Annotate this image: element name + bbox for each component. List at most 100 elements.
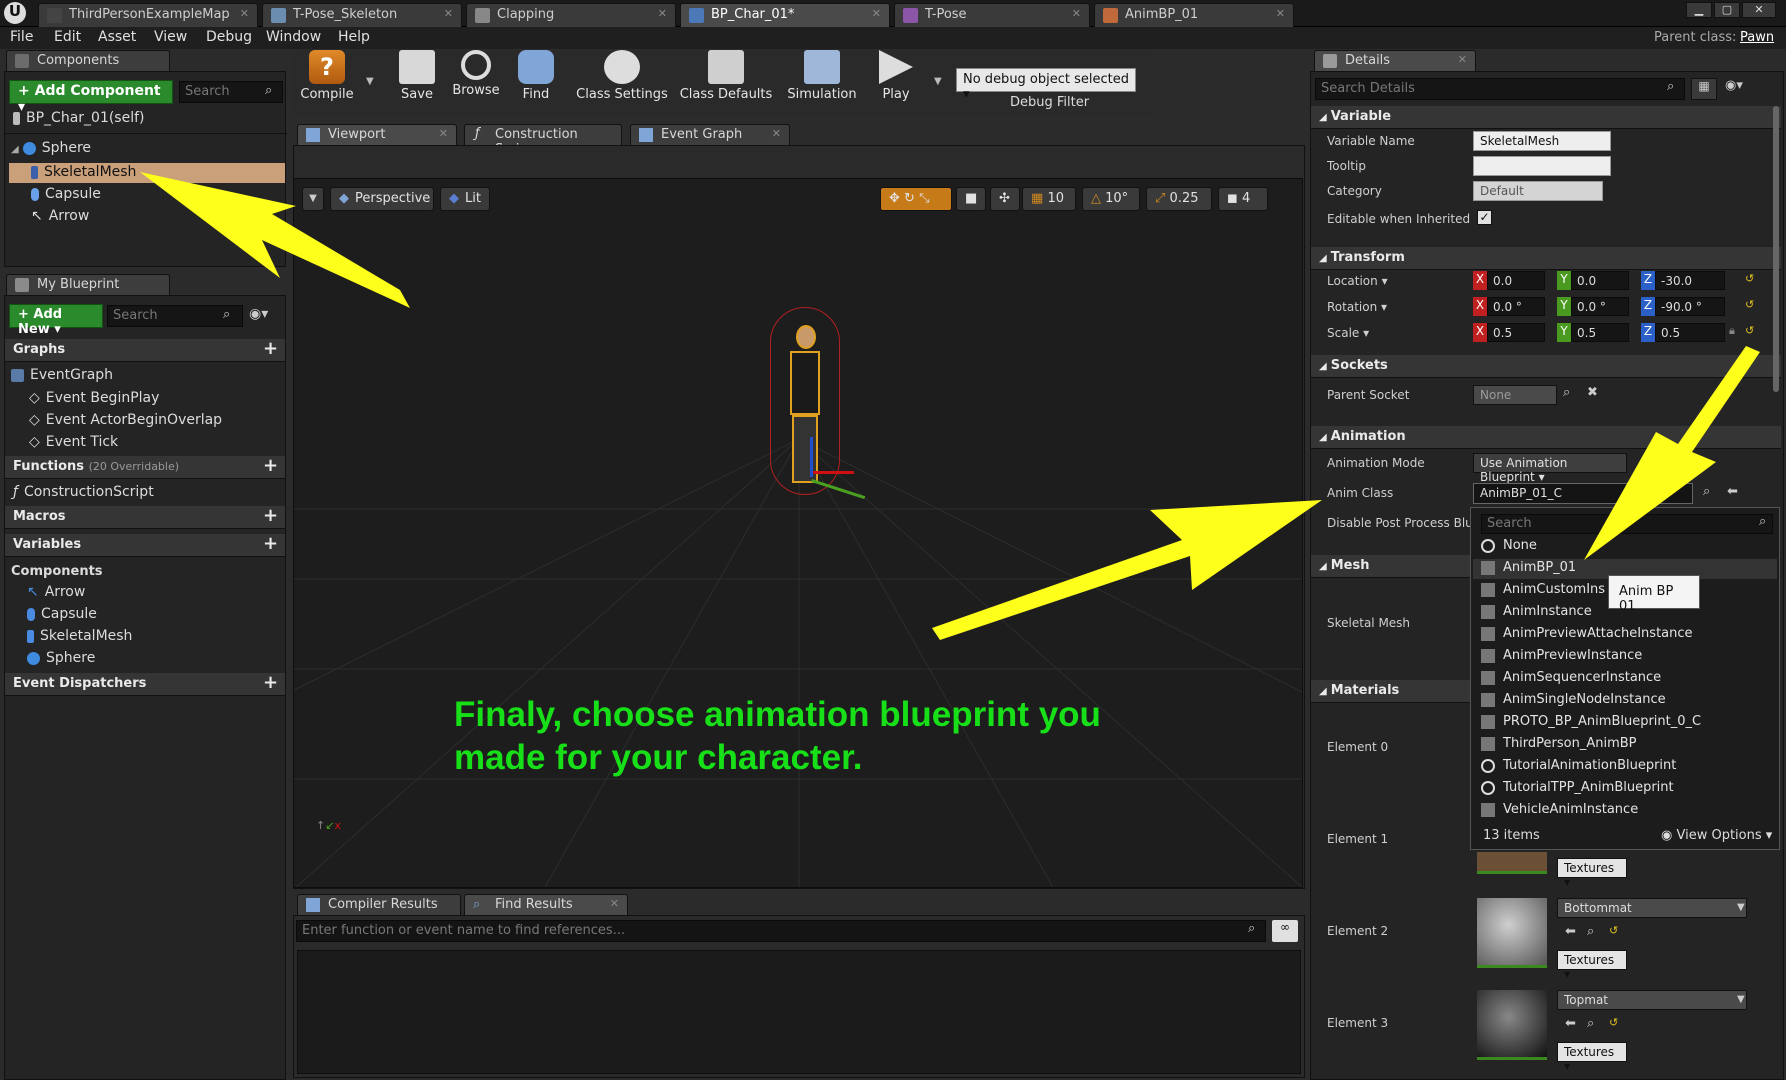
browse-button[interactable]: Browse xyxy=(448,50,504,102)
anim-option-thirdperson[interactable]: ThirdPerson_AnimBP xyxy=(1481,736,1637,756)
location-label[interactable]: Location ▾ xyxy=(1327,274,1388,288)
component-capsule[interactable]: Capsule xyxy=(31,186,101,202)
search-icon[interactable]: ⌕ xyxy=(1703,484,1710,499)
unreal-logo-icon[interactable]: U xyxy=(4,2,26,24)
rotation-y-field[interactable]: 0.0 ° xyxy=(1571,297,1629,316)
view-options-dropdown[interactable]: ▼ xyxy=(302,187,324,211)
materials-section-header[interactable]: ◢ Materials xyxy=(1311,680,1471,703)
rotation-x-field[interactable]: 0.0 ° xyxy=(1487,297,1545,316)
location-x-field[interactable]: 0.0 xyxy=(1487,271,1545,290)
reset-icon[interactable]: ↺ xyxy=(1609,1016,1618,1029)
parent-class-link[interactable]: Pawn xyxy=(1740,30,1774,45)
back-arrow-icon[interactable]: ⬅ xyxy=(1565,1016,1576,1031)
event-tick-item[interactable]: ◇ Event Tick xyxy=(29,434,118,450)
anim-option-none[interactable]: None xyxy=(1481,538,1537,558)
close-window-button[interactable]: ✕ xyxy=(1742,2,1776,18)
menu-window[interactable]: Window xyxy=(266,29,321,45)
close-icon[interactable]: ✕ xyxy=(772,127,781,140)
menu-asset[interactable]: Asset xyxy=(98,29,136,45)
clear-icon[interactable]: ✖ xyxy=(1587,385,1598,400)
tab-construction-script[interactable]: ƒConstruction Scrip xyxy=(464,124,622,157)
element-3-material-dropdown[interactable]: Topmat xyxy=(1557,990,1747,1010)
tab-compiler-results[interactable]: Compiler Results xyxy=(297,894,461,915)
tab-details[interactable]: Details ✕ xyxy=(1314,50,1476,71)
eye-icon[interactable]: ◉▾ xyxy=(249,306,268,322)
translate-icon[interactable]: ✥ xyxy=(889,191,900,206)
play-options-icon[interactable]: ▼ xyxy=(934,76,942,87)
variable-section-header[interactable]: ◢ Variable xyxy=(1311,106,1781,129)
lock-icon[interactable]: 🔒︎ xyxy=(1729,324,1735,338)
animation-section-header[interactable]: ◢ Animation xyxy=(1311,426,1781,449)
menu-help[interactable]: Help xyxy=(338,29,370,45)
reset-location-icon[interactable]: ↺ xyxy=(1745,272,1754,285)
functions-header[interactable]: Functions (20 Overridable) xyxy=(5,456,285,479)
var-sphere[interactable]: Sphere xyxy=(27,650,95,666)
anim-option-preview[interactable]: AnimPreviewInstance xyxy=(1481,648,1642,668)
anim-class-search-input[interactable]: Search xyxy=(1481,514,1773,534)
property-matrix-button[interactable]: ▦ xyxy=(1691,78,1717,100)
element-1-textures-button[interactable]: Textures ▾ xyxy=(1557,858,1627,889)
scale-z-field[interactable]: 0.5 xyxy=(1655,323,1725,342)
view-options-button[interactable]: ◉ View Options ▾ xyxy=(1661,828,1772,843)
anim-option-vehicle[interactable]: VehicleAnimInstance xyxy=(1481,802,1638,822)
rotate-icon[interactable]: ↻ xyxy=(904,191,915,206)
location-z-field[interactable]: -30.0 xyxy=(1655,271,1725,290)
compile-button[interactable]: ? Compile xyxy=(298,50,356,102)
search-icon[interactable]: ⌕ xyxy=(1587,1016,1594,1031)
add-dispatcher-button[interactable]: + xyxy=(263,672,278,693)
tab-components[interactable]: Components xyxy=(6,50,170,71)
grid-snap[interactable]: ▦ 10 xyxy=(1022,187,1076,211)
close-icon[interactable]: ✕ xyxy=(658,7,667,20)
anim-option-animcustom[interactable]: AnimCustomIns xyxy=(1481,582,1605,602)
tab-thirdperson-map[interactable]: ThirdPersonExampleMap ✕ xyxy=(38,3,258,27)
back-arrow-icon[interactable]: ⬅ xyxy=(1565,924,1576,939)
maximize-button[interactable]: ▢ xyxy=(1714,2,1740,18)
anim-option-animbp-01[interactable]: AnimBP_01 xyxy=(1481,560,1576,580)
search-icon[interactable]: ⌕ xyxy=(1587,924,1594,939)
add-variable-button[interactable]: + xyxy=(263,533,278,554)
component-arrow[interactable]: ↖ Arrow xyxy=(31,208,89,224)
close-icon[interactable]: ✕ xyxy=(610,897,619,910)
tab-tpose[interactable]: T-Pose ✕ xyxy=(894,3,1090,27)
add-new-button[interactable]: + Add New ▾ xyxy=(9,304,103,337)
class-defaults-button[interactable]: Class Defaults xyxy=(678,50,774,102)
anim-option-single-node[interactable]: AnimSingleNodeInstance xyxy=(1481,692,1666,712)
category-dropdown[interactable]: Default xyxy=(1473,181,1603,201)
compile-options-icon[interactable]: ▼ xyxy=(366,76,374,87)
tab-find-results[interactable]: ⌕ Find Results ✕ xyxy=(464,894,628,915)
close-icon[interactable]: ✕ xyxy=(1072,7,1081,20)
element-2-material-dropdown[interactable]: Bottommat xyxy=(1557,898,1747,918)
details-scrollbar[interactable] xyxy=(1773,106,1779,392)
minimize-button[interactable]: ▁ xyxy=(1686,2,1712,18)
reset-scale-icon[interactable]: ↺ xyxy=(1745,324,1754,337)
search-icon[interactable]: ⌕ xyxy=(1563,385,1570,400)
element-2-thumbnail[interactable] xyxy=(1477,898,1547,968)
save-button[interactable]: Save xyxy=(392,50,442,102)
class-settings-button[interactable]: Class Settings xyxy=(574,50,670,102)
element-2-textures-button[interactable]: Textures ▾ xyxy=(1557,950,1627,981)
anim-option-sequencer[interactable]: AnimSequencerInstance xyxy=(1481,670,1661,690)
perspective-button[interactable]: ◆ Perspective xyxy=(330,187,434,211)
menu-debug[interactable]: Debug xyxy=(206,29,252,45)
binoculars-button[interactable]: ∞ xyxy=(1272,920,1298,942)
event-graph-item[interactable]: EventGraph xyxy=(11,367,113,383)
editable-inherited-checkbox[interactable]: ✓ xyxy=(1477,210,1492,225)
camera-speed[interactable]: ◼ 4 xyxy=(1218,187,1268,211)
world-local-toggle[interactable]: ■ xyxy=(956,187,986,211)
rotation-snap[interactable]: △ 10° xyxy=(1082,187,1140,211)
tab-clapping[interactable]: Clapping ✕ xyxy=(466,3,676,27)
close-icon[interactable]: ✕ xyxy=(1458,53,1467,66)
close-icon[interactable]: ✕ xyxy=(439,127,448,140)
element-1-thumbnail[interactable] xyxy=(1477,852,1547,874)
play-button[interactable]: Play xyxy=(868,50,924,102)
reset-rotation-icon[interactable]: ↺ xyxy=(1745,298,1754,311)
close-icon[interactable]: ✕ xyxy=(240,7,249,20)
transform-tools[interactable]: ✥ ↻ ⤡ xyxy=(880,187,952,211)
scale-x-field[interactable]: 0.5 xyxy=(1487,323,1545,342)
surface-snap-toggle[interactable]: ✣ xyxy=(990,187,1020,211)
eye-icon[interactable]: ◉▾ xyxy=(1725,78,1743,93)
tab-animbp[interactable]: AnimBP_01 ✕ xyxy=(1094,3,1294,27)
anim-option-preview-attache[interactable]: AnimPreviewAttacheInstance xyxy=(1481,626,1693,646)
tab-bp-char[interactable]: BP_Char_01* ✕ xyxy=(680,3,890,27)
add-component-button[interactable]: + Add Component ▾ xyxy=(9,80,173,115)
